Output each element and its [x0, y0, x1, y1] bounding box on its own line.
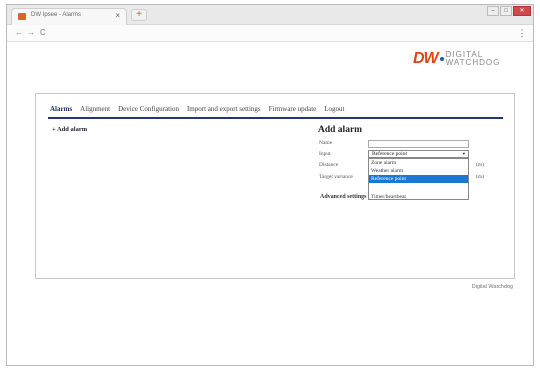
tab-bar: DW Ipsee - Alarms × + – □ ✕	[7, 5, 533, 25]
tab-title: DW Ipsee - Alarms	[31, 12, 82, 18]
menu-alignment[interactable]: Alignment	[80, 105, 110, 117]
option-zone-alarm[interactable]: Zone alarm	[369, 159, 468, 167]
forward-icon[interactable]: →	[27, 28, 35, 38]
navigation-bar: ← → C ⋮	[7, 25, 533, 42]
logo-mark: DW	[413, 50, 439, 67]
input-label: Input	[319, 151, 331, 157]
browser-window: DW Ipsee - Alarms × + – □ ✕ ← → C ⋮ DW D…	[6, 4, 534, 366]
input-select[interactable]: Reference point ▾	[368, 150, 469, 158]
browser-tab[interactable]: DW Ipsee - Alarms ×	[11, 8, 127, 25]
back-icon[interactable]: ←	[15, 28, 23, 38]
reload-icon[interactable]: C	[40, 28, 46, 38]
digital-watchdog-logo: DW DIGITAL WATCHDOG	[413, 48, 500, 70]
input-select-value: Reference point	[372, 151, 407, 157]
browser-menu-icon[interactable]: ⋮	[517, 27, 527, 39]
name-input[interactable]	[368, 140, 469, 148]
chevron-down-icon: ▾	[462, 151, 465, 156]
option-blank[interactable]	[369, 183, 468, 193]
logo-line2: WATCHDOG	[445, 58, 501, 67]
menu-logout[interactable]: Logout	[324, 105, 344, 117]
menu-firmware-update[interactable]: Firmware update	[269, 105, 317, 117]
add-alarm-link[interactable]: + Add alarm	[52, 126, 87, 133]
logo-wordmark: DIGITAL WATCHDOG	[446, 51, 501, 67]
form-title: Add alarm	[318, 125, 363, 135]
menu-alarms[interactable]: Alarms	[50, 105, 72, 117]
minimize-button[interactable]: –	[487, 6, 499, 16]
main-menu: Alarms Alignment Device Configuration Im…	[50, 105, 353, 117]
settings-panel: Alarms Alignment Device Configuration Im…	[35, 93, 515, 279]
option-timer-heartbeat[interactable]: Timer/heartbeat	[369, 193, 468, 201]
distance-label: Distance	[319, 162, 339, 168]
input-dropdown-list: Zone alarm Weather alarm Reference point…	[368, 158, 469, 200]
favicon-icon	[18, 13, 26, 20]
name-label: Name	[319, 140, 333, 146]
option-reference-point[interactable]: Reference point	[369, 175, 468, 183]
target-variance-label: Target variance	[319, 174, 353, 180]
advanced-settings-label[interactable]: Advanced settings	[320, 194, 367, 200]
close-window-button[interactable]: ✕	[513, 6, 531, 16]
option-weather-alarm[interactable]: Weather alarm	[369, 167, 468, 175]
menu-device-configuration[interactable]: Device Configuration	[118, 105, 179, 117]
footer-text: Digital Watchdog	[471, 284, 513, 290]
tab-close-icon[interactable]: ×	[115, 11, 120, 20]
page-content: DW DIGITAL WATCHDOG Alarms Alignment Dev…	[7, 43, 533, 365]
distance-unit: (m)	[476, 162, 484, 168]
maximize-button[interactable]: □	[500, 6, 512, 16]
logo-dot	[439, 57, 444, 61]
new-tab-button[interactable]: +	[131, 9, 147, 21]
window-controls: – □ ✕	[486, 6, 531, 17]
menu-import-export[interactable]: Import and export settings	[187, 105, 261, 117]
target-variance-unit: (m)	[476, 174, 484, 180]
menu-divider	[48, 117, 503, 119]
